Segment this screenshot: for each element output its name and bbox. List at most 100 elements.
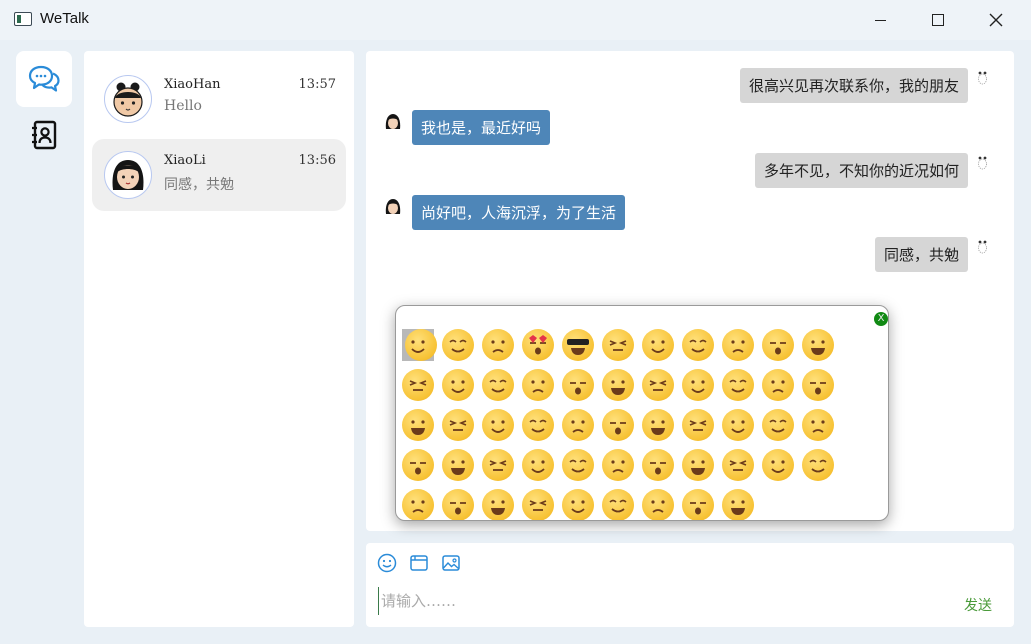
emoji-face-icon xyxy=(691,380,705,393)
emoji-item[interactable] xyxy=(482,409,514,441)
emoji-face-icon xyxy=(731,340,745,353)
emoji-item[interactable] xyxy=(602,329,634,361)
contact-book-icon xyxy=(32,120,57,150)
emoji-item[interactable] xyxy=(762,409,794,441)
emoji-item[interactable] xyxy=(602,369,634,401)
emoji-face-icon xyxy=(610,422,626,435)
emoji-item[interactable] xyxy=(402,329,437,361)
emoji-face-icon xyxy=(810,382,826,395)
emoji-item[interactable] xyxy=(482,449,514,481)
emoji-item[interactable] xyxy=(802,369,834,401)
emoji-item[interactable] xyxy=(682,409,714,441)
minimize-button[interactable] xyxy=(851,0,909,40)
emoji-item[interactable] xyxy=(762,369,794,401)
emoji-item[interactable] xyxy=(442,489,474,520)
emoji-item[interactable] xyxy=(442,329,474,361)
emoji-item[interactable] xyxy=(482,369,514,401)
emoji-face-icon xyxy=(449,339,467,353)
emoji-item[interactable] xyxy=(482,489,514,520)
emoji-item[interactable] xyxy=(602,489,634,520)
emoji-face-icon xyxy=(409,380,427,391)
emoji-item[interactable] xyxy=(562,369,594,401)
emoji-item[interactable] xyxy=(522,369,554,401)
image-icon[interactable] xyxy=(441,553,461,573)
close-icon xyxy=(989,13,1003,27)
nav-contacts-button[interactable] xyxy=(16,107,72,163)
emoji-item[interactable] xyxy=(602,409,634,441)
emoji-item[interactable] xyxy=(562,329,594,361)
emoji-item[interactable] xyxy=(722,329,754,361)
message-input[interactable] xyxy=(378,587,943,615)
emoji-face-icon xyxy=(769,419,787,433)
emoji-item[interactable] xyxy=(682,369,714,401)
emoji-face-icon xyxy=(771,380,785,393)
emoji-item[interactable] xyxy=(402,409,434,441)
emoji-face-icon xyxy=(449,420,467,431)
emoji-item[interactable] xyxy=(722,489,754,520)
emoji-button-icon[interactable] xyxy=(377,553,397,573)
emoji-item[interactable] xyxy=(642,329,674,361)
emoji-item[interactable] xyxy=(642,409,674,441)
app-icon xyxy=(14,12,32,26)
emoji-item[interactable] xyxy=(682,449,714,481)
emoji-item[interactable] xyxy=(442,449,474,481)
maximize-icon xyxy=(932,14,944,26)
emoji-item[interactable] xyxy=(682,489,714,520)
emoji-item[interactable] xyxy=(402,369,434,401)
emoji-face-icon xyxy=(770,342,786,355)
send-button[interactable]: 发送 xyxy=(964,595,992,615)
emoji-item[interactable] xyxy=(802,409,834,441)
emoji-item[interactable] xyxy=(762,449,794,481)
contact-avatar-icon xyxy=(385,114,401,129)
emoji-item[interactable] xyxy=(402,449,434,481)
emoji-item[interactable] xyxy=(522,449,554,481)
avatar xyxy=(104,75,152,123)
emoji-item[interactable] xyxy=(642,369,674,401)
emoji-item[interactable] xyxy=(442,409,474,441)
emoji-face-icon xyxy=(609,340,627,351)
emoji-item[interactable] xyxy=(522,409,554,441)
emoji-item[interactable] xyxy=(722,369,754,401)
conversation-item-xiaoli[interactable]: XiaoLi 13:56 同感，共勉 xyxy=(92,139,346,211)
emoji-item[interactable] xyxy=(642,489,674,520)
emoji-item[interactable] xyxy=(482,329,514,361)
emoji-face-icon xyxy=(609,499,627,513)
emoji-close-button[interactable]: X xyxy=(874,312,888,326)
emoji-face-icon xyxy=(811,340,825,355)
emoji-item[interactable] xyxy=(722,449,754,481)
message-bubble-sent: 多年不见，不知你的近况如何 xyxy=(754,153,968,188)
emoji-face-icon xyxy=(689,339,707,353)
emoji-item[interactable] xyxy=(562,449,594,481)
emoji-item[interactable] xyxy=(602,449,634,481)
emoji-item[interactable] xyxy=(442,369,474,401)
minimize-icon xyxy=(874,19,886,21)
emoji-item[interactable] xyxy=(562,489,594,520)
folder-icon[interactable] xyxy=(409,553,429,573)
side-nav xyxy=(16,51,72,151)
conversation-item-xiaohan[interactable]: XiaoHan 13:57 Hello xyxy=(92,63,346,135)
emoji-face-icon xyxy=(411,420,425,435)
emoji-face-icon xyxy=(529,500,547,511)
emoji-item[interactable] xyxy=(802,449,834,481)
message-time: 13:56 xyxy=(298,153,336,168)
emoji-face-icon xyxy=(651,340,665,353)
emoji-item[interactable] xyxy=(522,329,554,361)
close-button[interactable] xyxy=(967,0,1025,40)
emoji-item[interactable] xyxy=(762,329,794,361)
message-bubble-sent: 同感，共勉 xyxy=(874,237,968,272)
emoji-face-icon xyxy=(410,462,426,475)
nav-chat-button[interactable] xyxy=(16,51,72,107)
emoji-item[interactable] xyxy=(722,409,754,441)
emoji-item[interactable] xyxy=(402,489,434,520)
avatar xyxy=(104,151,152,199)
emoji-face-icon xyxy=(570,382,586,395)
emoji-item[interactable] xyxy=(642,449,674,481)
emoji-face-icon xyxy=(491,340,505,353)
emoji-item[interactable] xyxy=(802,329,834,361)
emoji-face-icon xyxy=(729,379,747,393)
maximize-button[interactable] xyxy=(909,0,967,40)
emoji-item[interactable] xyxy=(682,329,714,361)
emoji-face-icon xyxy=(489,379,507,393)
emoji-item[interactable] xyxy=(562,409,594,441)
emoji-item[interactable] xyxy=(522,489,554,520)
